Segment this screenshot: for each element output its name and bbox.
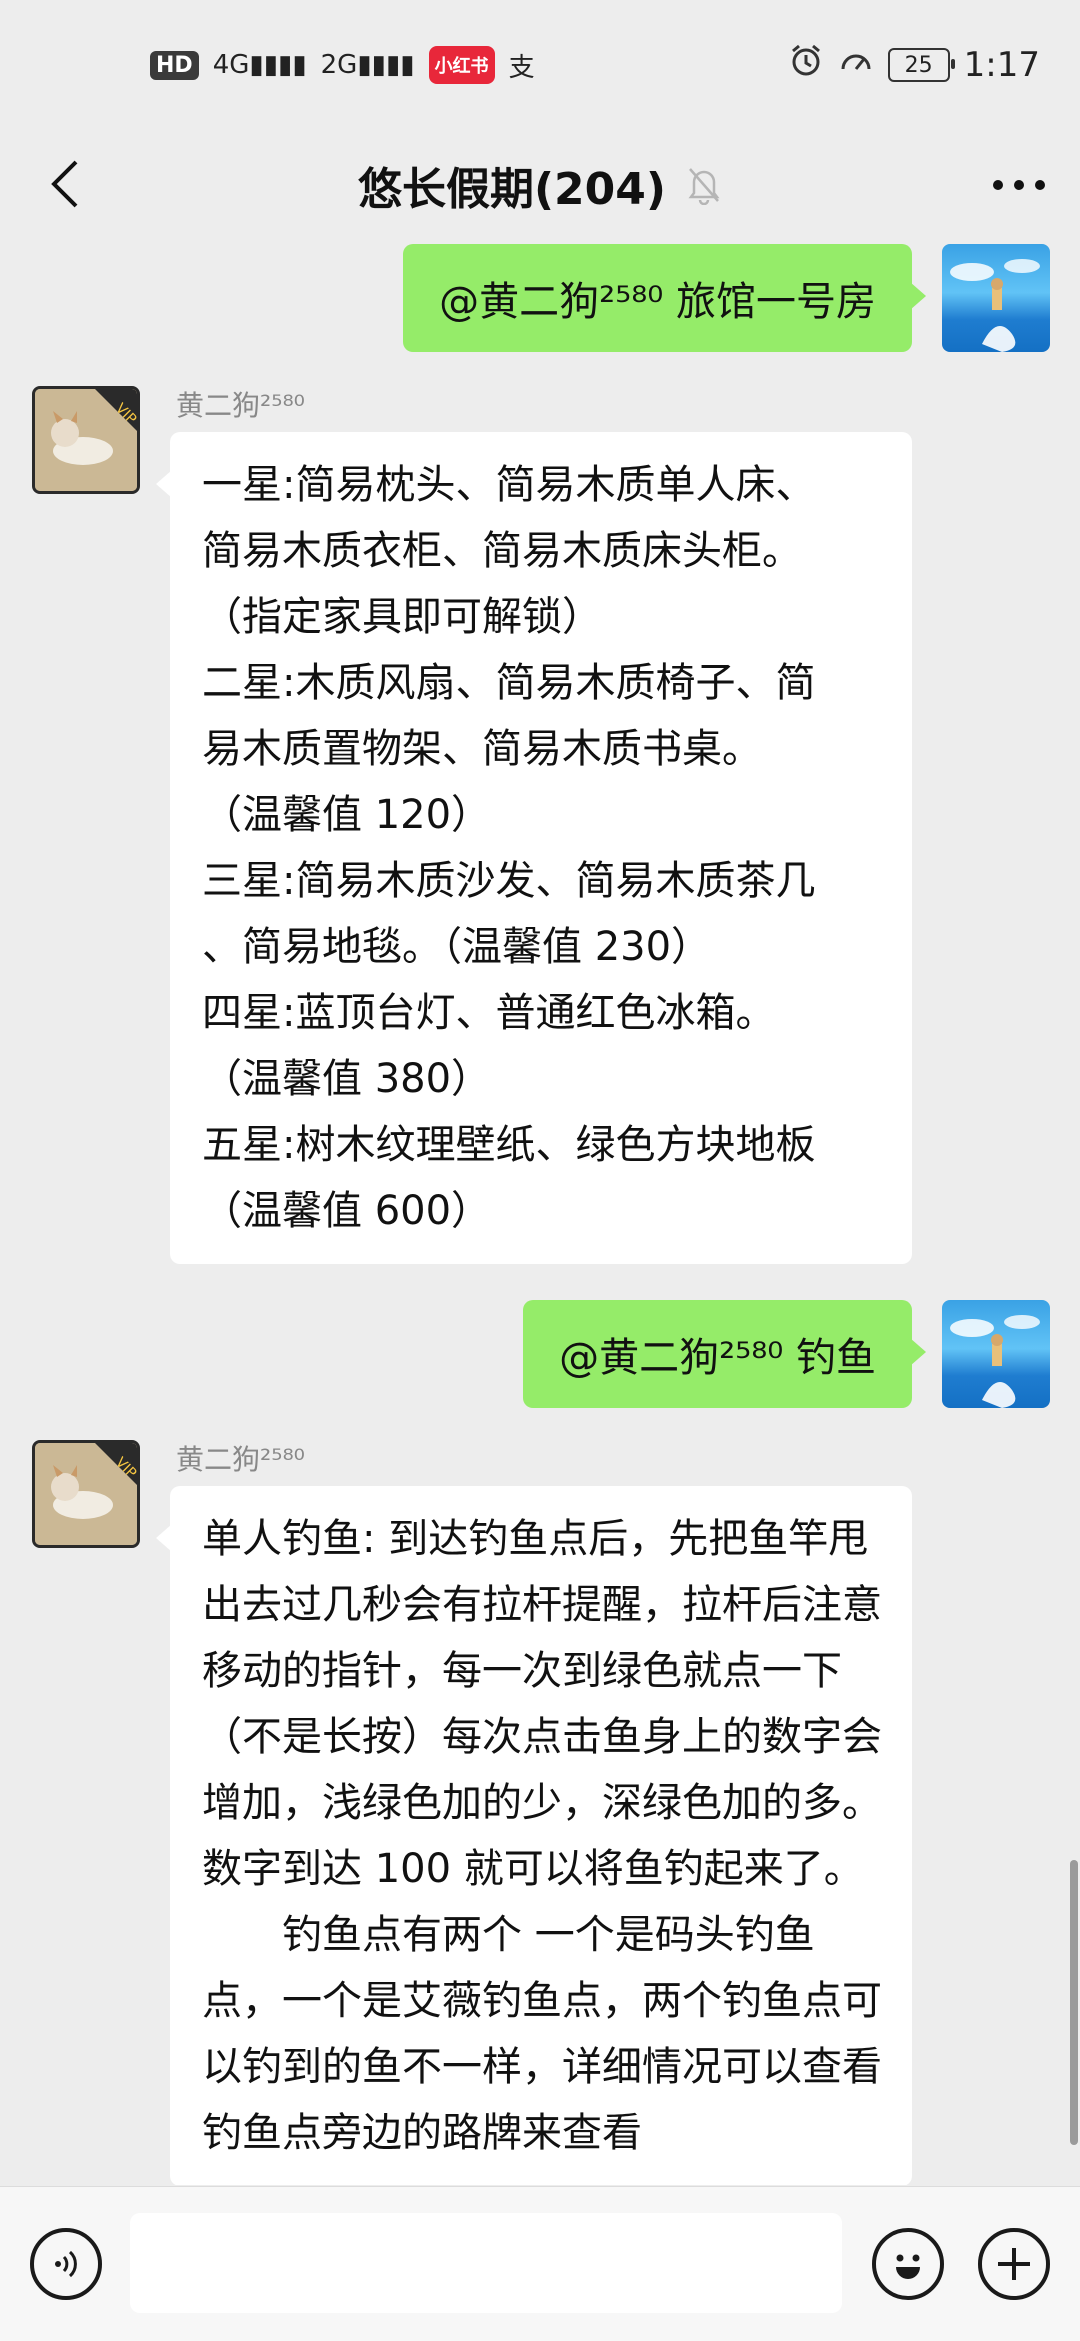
message-line: （指定家具即可解锁） (202, 594, 602, 640)
voice-icon (55, 2250, 77, 2278)
signal-2g-icon: 2G▮▮▮▮ (320, 50, 415, 80)
emoji-icon (896, 2254, 920, 2279)
message-bubble-me[interactable]: @黄二狗²⁵⁸⁰ 钓鱼 (523, 1300, 926, 1408)
xiaohongshu-icon: 小红书 (428, 46, 495, 84)
chat-area[interactable]: @黄二狗²⁵⁸⁰ 旅馆一号房 VIP 黄二狗²⁵⁸⁰ 一星:简易枕头、简易木质单… (0, 240, 1080, 2185)
sender-name: 黄二狗²⁵⁸⁰ (176, 389, 305, 422)
message-line: 三星:简易木质沙发、简易木质茶几 (202, 858, 816, 904)
message-line: （温馨值 380） (202, 1056, 492, 1102)
speed-icon (838, 43, 874, 88)
title-wrap: 悠长假期(204) (358, 153, 722, 217)
mute-bell-icon (688, 168, 720, 205)
message-bubble-other[interactable]: 一星:简易枕头、简易木质单人床、 简易木质衣柜、简易木质床头柜。 （指定家具即可… (156, 432, 912, 1264)
message-line: 四星:蓝顶台灯、普通红色冰箱。 (202, 990, 776, 1036)
message-line: 二星:木质风扇、简易木质椅子、简 (202, 660, 816, 706)
back-button[interactable] (36, 154, 96, 214)
alipay-icon: 支 (508, 52, 535, 83)
message-input[interactable] (130, 2213, 842, 2313)
message-line: 一星:简易枕头、简易木质单人床、 (202, 462, 816, 508)
message-line: 五星:树木纹理壁纸、绿色方块地板 (202, 1122, 816, 1168)
message-line: 易木质置物架、简易木质书桌。 (202, 726, 762, 772)
message-line: 、简易地毯。（温馨值 230） (202, 924, 712, 970)
status-right: 25 1:17 (788, 43, 1040, 88)
message-text: @黄二狗²⁵⁸⁰ 旅馆一号房 (439, 279, 876, 325)
message-paragraph: 钓鱼点有两个 一个是码头钓鱼点，一个是艾薇钓鱼点，两个钓鱼点可以钓到的鱼不一样，… (202, 1912, 882, 2156)
message-line: （温馨值 600） (202, 1188, 492, 1234)
message-text: @黄二狗²⁵⁸⁰ 钓鱼 (559, 1335, 876, 1381)
clock: 1:17 (963, 45, 1040, 85)
plus-icon (998, 2248, 1030, 2280)
status-left: HD 4G▮▮▮▮ 2G▮▮▮▮ 小红书 支 (150, 46, 535, 84)
sender-avatar[interactable]: VIP (32, 386, 140, 494)
add-button[interactable] (978, 2228, 1050, 2300)
message-bubble-other[interactable]: 单人钓鱼: 到达钓鱼点后，先把鱼竿甩出去过几秒会有拉杆提醒，拉杆后注意移动的指针… (156, 1486, 912, 2185)
voice-button[interactable] (30, 2228, 102, 2300)
scrollbar[interactable] (1070, 1860, 1078, 2145)
my-avatar[interactable] (942, 244, 1050, 352)
sender-name: 黄二狗²⁵⁸⁰ (176, 1443, 305, 1476)
message-paragraph: 单人钓鱼: 到达钓鱼点后，先把鱼竿甩出去过几秒会有拉杆提醒，拉杆后注意移动的指针… (202, 1516, 882, 1892)
signal-4g-icon: 4G▮▮▮▮ (212, 50, 307, 80)
my-avatar[interactable] (942, 1300, 1050, 1408)
chevron-left-icon (51, 160, 78, 208)
sender-avatar[interactable]: VIP (32, 1440, 140, 1548)
status-bar: HD 4G▮▮▮▮ 2G▮▮▮▮ 小红书 支 25 1:17 (0, 0, 1080, 130)
chat-title: 悠长假期(204) (357, 164, 667, 215)
battery-icon: 25 (887, 48, 955, 82)
message-bubble-me[interactable]: @黄二狗²⁵⁸⁰ 旅馆一号房 (403, 244, 926, 352)
alarm-icon (788, 43, 824, 88)
message-line: 简易木质衣柜、简易木质床头柜。 (202, 528, 802, 574)
input-bar (0, 2186, 1080, 2341)
message-line: （温馨值 120） (202, 792, 492, 838)
emoji-button[interactable] (872, 2228, 944, 2300)
more-button[interactable] (986, 152, 1052, 218)
more-dots-icon (993, 180, 1045, 190)
hd-badge: HD (150, 50, 199, 80)
chat-header: 悠长假期(204) (0, 130, 1080, 240)
